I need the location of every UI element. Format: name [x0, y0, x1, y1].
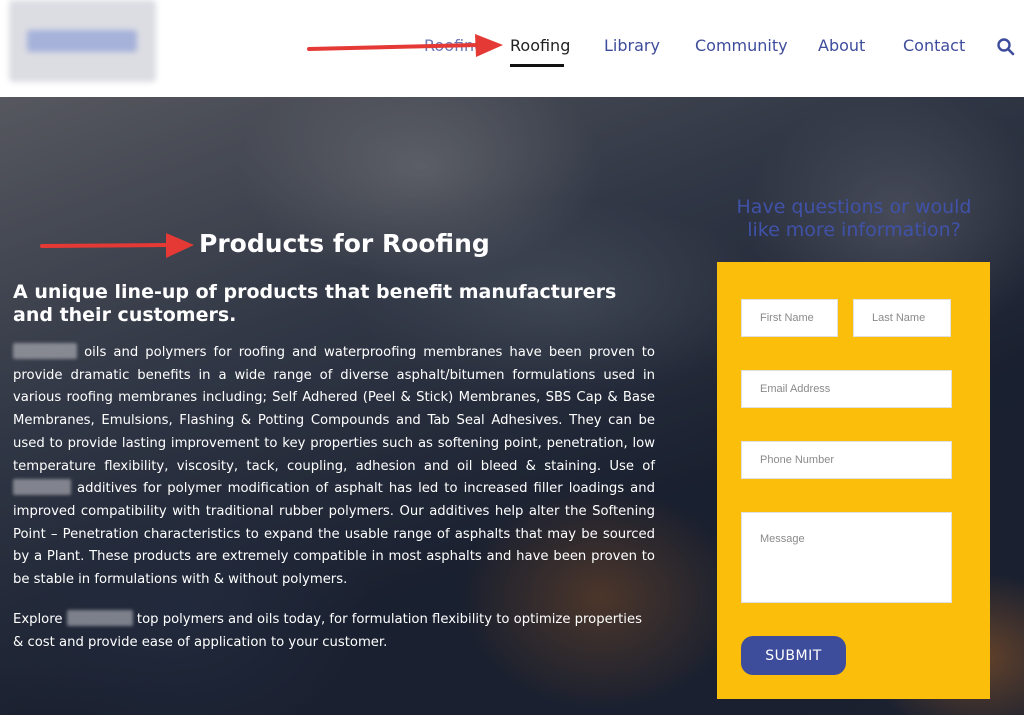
search-icon[interactable]	[996, 37, 1016, 57]
contact-form: First Name Last Name Email Address Phone…	[717, 262, 990, 699]
redacted-brand-name	[13, 479, 71, 496]
active-nav-underline	[510, 64, 564, 67]
annotation-arrow-title	[40, 233, 194, 258]
hero-section: Products for Roofing A unique line-up of…	[0, 97, 1024, 715]
redacted-brand-name	[13, 343, 77, 359]
phone-field[interactable]: Phone Number	[741, 441, 952, 479]
site-header: Roofing Roofing Library Community About …	[0, 0, 1024, 97]
message-field[interactable]: Message	[741, 512, 952, 603]
hero-subtitle: A unique line-up of products that benefi…	[13, 281, 617, 326]
nav-item-contact[interactable]: Contact	[903, 36, 965, 55]
nav-item-about[interactable]: About	[818, 36, 865, 55]
submit-button[interactable]: SUBMIT	[741, 636, 846, 675]
page-title: Products for Roofing	[199, 229, 490, 258]
last-name-field[interactable]: Last Name	[853, 299, 951, 337]
paragraph-2-text-a: Explore	[13, 612, 63, 627]
redacted-brand-name	[66, 610, 133, 626]
nav-item-community[interactable]: Community	[695, 36, 788, 55]
paragraph-1-text-b: additives for polymer modification of as…	[13, 481, 655, 588]
paragraph-1-text-a: oils and polymers for roofing and waterp…	[13, 345, 655, 474]
email-field[interactable]: Email Address	[741, 370, 952, 408]
site-logo[interactable]	[9, 0, 156, 82]
body-paragraph-1: oils and polymers for roofing and waterp…	[13, 342, 655, 592]
body-paragraph-2: Explore top polymers and oils today, for…	[13, 609, 655, 654]
nav-item-roofing[interactable]: Roofing	[510, 36, 570, 55]
contact-question: Have questions or would like more inform…	[736, 196, 972, 241]
nav-item-library[interactable]: Library	[604, 36, 660, 55]
first-name-field[interactable]: First Name	[741, 299, 838, 337]
annotation-arrow-nav	[307, 34, 503, 57]
